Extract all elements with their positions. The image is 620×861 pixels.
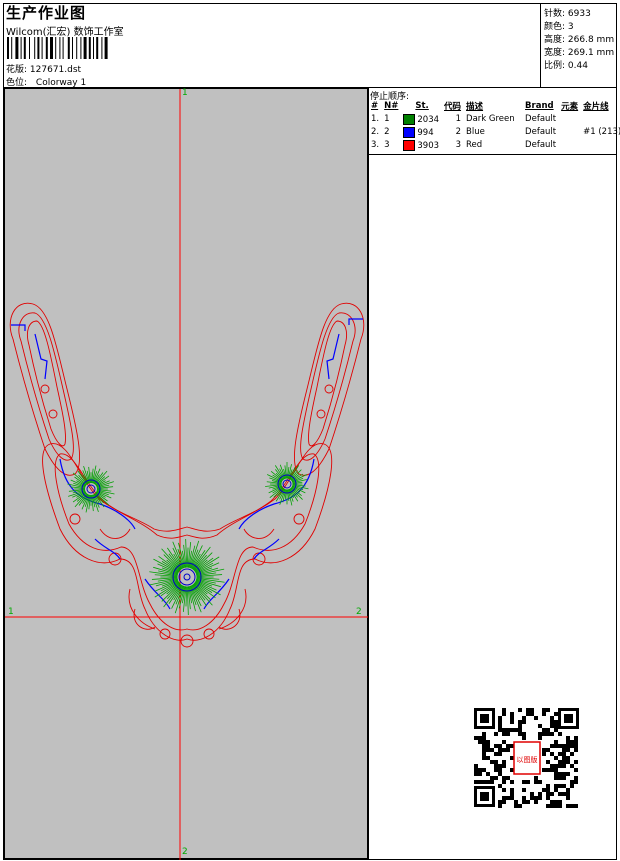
seq-brand: Default	[525, 140, 557, 150]
seq-n: 2	[384, 127, 390, 137]
col-n: N#	[384, 101, 399, 111]
colorway-label: 色位:	[6, 78, 28, 88]
stat-width: 宽度: 269.1 mm	[544, 48, 615, 58]
color-swatch	[403, 139, 416, 151]
seq-brand: Default	[525, 114, 557, 124]
stitch-count: 3903	[417, 140, 440, 151]
barcode	[7, 37, 108, 59]
stitch-count: 994	[417, 127, 434, 138]
seq-sequin: #1 (213)	[583, 127, 620, 137]
red-outline-stitches	[9, 302, 365, 648]
stamp-text: 以图版	[517, 755, 538, 764]
seq-stitches: 2034	[401, 113, 442, 126]
seq-element	[559, 126, 581, 139]
table-row: 1. 1 2034 1 Dark Green Default	[369, 113, 620, 126]
col-stitches: St.	[415, 101, 429, 111]
green-stitches	[67, 462, 309, 615]
col-desc: 描述	[466, 102, 484, 112]
qr-code: 以图版	[470, 704, 582, 812]
seq-sequin	[581, 113, 620, 126]
seq-desc: Blue	[466, 127, 485, 137]
stat-stitches: 针数: 6933	[544, 9, 591, 19]
stat-colors: 颜色: 3	[544, 22, 574, 32]
design-file-row: 花版: 127671.dst	[6, 62, 81, 75]
table-row: 3. 3 3903 3 Red Default	[369, 139, 620, 152]
seq-n: 1	[384, 114, 390, 124]
embroidery-design	[5, 89, 369, 860]
col-sequin: 金片线	[583, 102, 609, 112]
seq-desc: Red	[466, 140, 483, 150]
col-brand: Brand	[525, 101, 554, 111]
stats-divider	[540, 3, 541, 88]
sequence-divider	[368, 154, 617, 155]
design-value: 127671.dst	[29, 65, 82, 75]
seq-num: 1.	[371, 114, 380, 124]
color-swatch	[403, 113, 416, 125]
seq-n: 3	[384, 140, 390, 150]
seq-num: 3.	[371, 140, 380, 150]
axis-label-left: 1	[8, 607, 14, 617]
table-row: 2. 2 994 2 Blue Default #1 (213)	[369, 126, 620, 139]
col-element: 元素	[561, 102, 579, 112]
stat-scale: 比例: 0.44	[544, 61, 588, 71]
color-swatch	[403, 126, 416, 138]
seq-sequin	[581, 139, 620, 152]
seq-element	[559, 139, 581, 152]
seq-stitches: 3903	[401, 139, 442, 152]
stat-height: 高度: 266.8 mm	[544, 35, 615, 45]
company-name: Wilcom(汇宏) 数饰工作室	[6, 27, 124, 38]
axis-label-top: 1	[182, 88, 188, 98]
stitch-count: 2034	[417, 114, 440, 125]
colorway-value: Colorway 1	[35, 78, 87, 88]
seq-code: 2	[455, 127, 462, 137]
design-label: 花版:	[6, 65, 28, 75]
panel-divider	[368, 88, 369, 859]
colorway-row: 色位: Colorway 1	[6, 75, 86, 88]
col-num: #	[371, 101, 379, 111]
table-header-row: # N# St. 代码 描述 Brand 元素 金片线	[369, 100, 620, 113]
seq-desc: Dark Green	[466, 114, 515, 124]
stop-sequence-table: # N# St. 代码 描述 Brand 元素 金片线 1. 1 2034 1 Dark…	[369, 100, 620, 152]
motif-centers	[81, 474, 297, 592]
seq-code: 1	[455, 114, 462, 124]
blue-stitches	[11, 318, 363, 610]
seq-element	[559, 113, 581, 126]
design-canvas: 1 2 1 2	[4, 88, 369, 860]
axis-label-right: 2	[356, 607, 362, 617]
seq-brand: Default	[525, 127, 557, 137]
axis-label-bottom: 2	[182, 847, 188, 857]
col-code: 代码	[444, 102, 462, 112]
seq-num: 2.	[371, 127, 380, 137]
seq-code: 3	[455, 140, 462, 150]
page-title: 生产作业图	[6, 4, 87, 22]
seq-stitches: 994	[401, 126, 442, 139]
